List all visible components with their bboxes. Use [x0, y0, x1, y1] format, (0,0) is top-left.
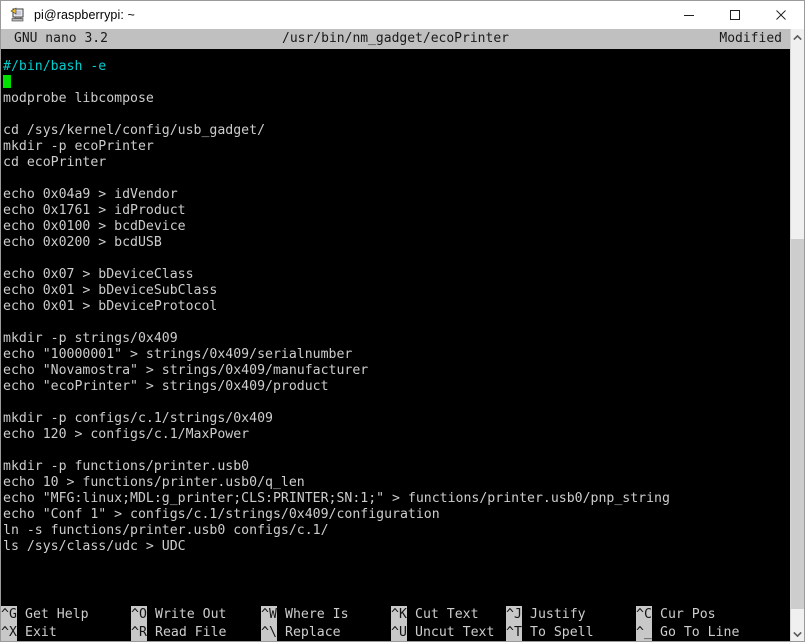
shortcut-label: Write Out: [155, 607, 227, 622]
editor-line: echo 0x04a9 > idVendor: [3, 187, 178, 202]
editor-line: echo "10000001" > strings/0x409/serialnu…: [3, 347, 353, 362]
text-cursor: [3, 75, 11, 88]
editor-line: echo 0x01 > bDeviceSubClass: [3, 283, 218, 298]
close-button[interactable]: [758, 1, 804, 29]
editor-line: echo "Conf 1" > configs/c.1/strings/0x40…: [3, 507, 440, 522]
window-title: pi@raspberrypi: ~: [34, 8, 135, 22]
editor-line: ln -s functions/printer.usb0 configs/c.1…: [3, 523, 329, 538]
editor-line: echo "Novamostra" > strings/0x409/manufa…: [3, 363, 369, 378]
shortcut-label: Go To Line: [660, 625, 740, 640]
shortcut-item[interactable]: ^C Cur Pos: [636, 606, 766, 624]
editor-line: ls /sys/class/udc > UDC: [3, 539, 186, 554]
shortcut-label: Get Help: [25, 607, 89, 622]
shortcut-column: ^G Get Help ^X Exit: [1, 606, 131, 641]
shortcut-item[interactable]: ^T To Spell: [506, 624, 636, 641]
editor-line: modprobe libcompose: [3, 91, 154, 106]
shortcut-label: Cut Text: [415, 607, 479, 622]
shortcut-item[interactable]: ^U Uncut Text: [391, 624, 521, 641]
scroll-down-button[interactable]: [791, 625, 804, 641]
shortcut-label: Where Is: [285, 607, 349, 622]
nano-shortcut-bar: ^G Get Help ^X Exit ^O Write Out ^R Read File ^W…: [1, 606, 790, 641]
nano-editor-area[interactable]: #/bin/bash -e modprobe libcompose cd /sys…: [1, 49, 790, 606]
shortcut-item[interactable]: ^X Exit: [1, 624, 131, 641]
minimize-button[interactable]: [666, 1, 712, 29]
shortcut-key: ^O: [131, 606, 147, 624]
editor-line: echo 0x0200 > bcdUSB: [3, 235, 162, 250]
maximize-button[interactable]: [712, 1, 758, 29]
editor-line: echo 0x07 > bDeviceClass: [3, 267, 194, 282]
shortcut-key: ^J: [506, 606, 522, 624]
editor-line: mkdir -p strings/0x409: [3, 331, 178, 346]
editor-line: cd /sys/kernel/config/usb_gadget/: [3, 123, 266, 138]
shortcut-column: ^W Where Is ^\ Replace: [261, 606, 391, 641]
shebang-text: #/bin/bash -e: [3, 59, 107, 74]
shortcut-item[interactable]: ^K Cut Text: [391, 606, 521, 624]
shortcut-key: ^R: [131, 624, 147, 641]
shortcut-key: ^T: [506, 624, 522, 641]
shortcut-key: ^K: [391, 606, 407, 624]
shortcut-label: Uncut Text: [415, 625, 495, 640]
shortcut-item[interactable]: ^R Read File: [131, 624, 261, 641]
maximize-icon: [730, 10, 740, 20]
shortcut-key: ^W: [261, 606, 277, 624]
editor-line: echo "ecoPrinter" > strings/0x409/produc…: [3, 379, 329, 394]
shortcut-key: ^_: [636, 624, 652, 641]
nano-header-bar: GNU nano 3.2 /usr/bin/nm_gadget/ecoPrint…: [1, 29, 790, 49]
shortcut-label: Replace: [285, 625, 341, 640]
nano-filename: /usr/bin/nm_gadget/ecoPrinter: [282, 31, 509, 46]
editor-line: echo 10 > functions/printer.usb0/q_len: [3, 475, 305, 490]
shortcut-column: ^J Justify ^T To Spell: [506, 606, 636, 641]
editor-text-content: #/bin/bash -e modprobe libcompose cd /sys…: [3, 59, 670, 555]
shortcut-key: ^\: [261, 624, 277, 641]
editor-line: echo 0x1761 > idProduct: [3, 203, 186, 218]
editor-line: echo 120 > configs/c.1/MaxPower: [3, 427, 250, 442]
shortcut-item[interactable]: ^_ Go To Line: [636, 624, 766, 641]
shortcut-label: Justify: [530, 607, 586, 622]
window-titlebar[interactable]: pi@raspberrypi: ~: [1, 1, 804, 30]
scrollbar-thumb[interactable]: [791, 239, 804, 609]
chevron-down-icon: [793, 631, 802, 637]
shortcut-key: ^X: [1, 624, 17, 641]
editor-line: echo 0x0100 > bcdDevice: [3, 219, 186, 234]
editor-line: [3, 75, 670, 91]
shortcut-label: Read File: [155, 625, 227, 640]
editor-line: echo 0x01 > bDeviceProtocol: [3, 299, 218, 314]
shortcut-label: To Spell: [530, 625, 594, 640]
shortcut-label: Cur Pos: [660, 607, 716, 622]
putty-terminal-window: pi@raspberrypi: ~ GNU nano 3.2 /usr/bin/…: [0, 0, 805, 642]
close-icon: [776, 10, 786, 20]
window-scrollbar[interactable]: [790, 29, 804, 641]
editor-line: mkdir -p configs/c.1/strings/0x409: [3, 411, 273, 426]
shortcut-item[interactable]: ^\ Replace: [261, 624, 391, 641]
shortcut-key: ^G: [1, 606, 17, 624]
minimize-icon: [684, 15, 694, 16]
editor-line: mkdir -p ecoPrinter: [3, 139, 154, 154]
editor-line: cd ecoPrinter: [3, 155, 107, 170]
shortcut-label: Exit: [25, 625, 57, 640]
nano-modified-status: Modified: [719, 31, 782, 46]
window-controls: [666, 1, 804, 29]
shortcut-column: ^K Cut Text ^U Uncut Text: [391, 606, 521, 641]
shortcut-item[interactable]: ^G Get Help: [1, 606, 131, 624]
chevron-up-icon: [793, 34, 802, 40]
shortcut-column: ^C Cur Pos ^_ Go To Line: [636, 606, 766, 641]
shortcut-key: ^U: [391, 624, 407, 641]
scroll-up-button[interactable]: [791, 29, 804, 46]
shortcut-column: ^O Write Out ^R Read File: [131, 606, 261, 641]
shortcut-item[interactable]: ^W Where Is: [261, 606, 391, 624]
editor-line: #/bin/bash -e: [3, 59, 670, 75]
editor-line: echo "MFG:linux;MDL:g_printer;CLS:PRINTE…: [3, 491, 670, 506]
putty-terminal-icon: [10, 7, 26, 23]
shortcut-key: ^C: [636, 606, 652, 624]
shortcut-item[interactable]: ^J Justify: [506, 606, 636, 624]
shortcut-item[interactable]: ^O Write Out: [131, 606, 261, 624]
editor-line: mkdir -p functions/printer.usb0: [3, 459, 250, 474]
